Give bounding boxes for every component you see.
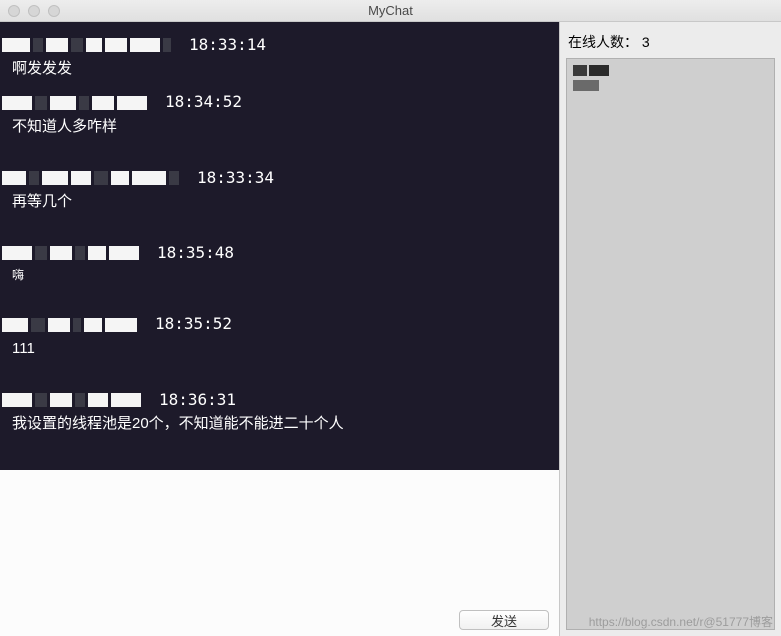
chat-message: 18:33:34 再等几个 (0, 161, 559, 218)
message-time: 18:35:48 (157, 242, 234, 264)
online-count-label: 在线人数： 3 (560, 22, 781, 58)
maximize-icon[interactable] (48, 5, 60, 17)
message-text: 不知道人多咋样 (2, 116, 549, 137)
message-time: 18:35:52 (155, 313, 232, 335)
message-text: 我设置的线程池是20个，不知道能不能进二十个人 (2, 413, 549, 434)
message-text: 111 (2, 338, 549, 359)
username-redacted (2, 38, 171, 52)
message-text: 嗨 (2, 267, 549, 284)
user-list[interactable] (566, 58, 775, 630)
message-text: 再等几个 (2, 191, 549, 212)
username-redacted (2, 96, 147, 110)
message-time: 18:36:31 (159, 389, 236, 411)
username-redacted (2, 171, 179, 185)
chat-message: 18:35:52 111 (0, 307, 559, 364)
message-text: 啊发发发 (2, 58, 549, 79)
online-label-text: 在线人数： (568, 34, 638, 50)
chat-message: 18:33:14 啊发发发 (0, 28, 559, 85)
chat-message: 18:34:52 不知道人多咋样 (0, 85, 559, 142)
chat-area[interactable]: 18:33:14 啊发发发 18:34:52 不知道人多咋样 (0, 22, 559, 470)
chat-message: 18:36:31 我设置的线程池是20个，不知道能不能进二十个人 (0, 383, 559, 440)
send-button[interactable]: 发送 (459, 610, 549, 630)
username-redacted (2, 318, 137, 332)
message-time: 18:34:52 (165, 91, 242, 113)
message-time: 18:33:14 (189, 34, 266, 56)
username-redacted (2, 246, 139, 260)
username-redacted (2, 393, 141, 407)
minimize-icon[interactable] (28, 5, 40, 17)
window-title: MyChat (0, 3, 781, 18)
titlebar: MyChat (0, 0, 781, 22)
traffic-lights (0, 5, 60, 17)
message-time: 18:33:34 (197, 167, 274, 189)
list-item[interactable] (573, 65, 768, 76)
message-input-area[interactable]: 发送 (0, 470, 559, 636)
list-item[interactable] (573, 80, 768, 91)
chat-message: 18:35:48 嗨 (0, 236, 559, 289)
close-icon[interactable] (8, 5, 20, 17)
online-count-value: 3 (642, 34, 650, 50)
